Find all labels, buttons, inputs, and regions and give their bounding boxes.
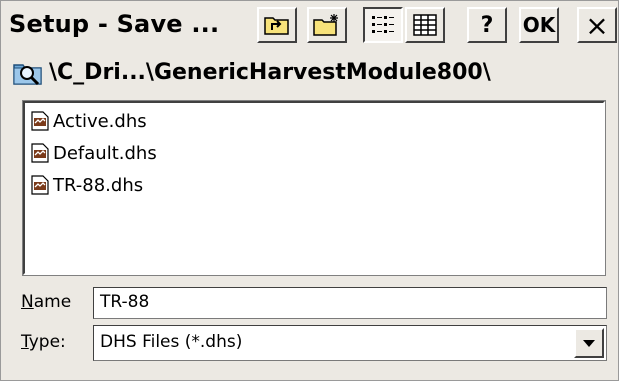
name-label-text: ame bbox=[33, 292, 72, 312]
file-name: Active.dhs bbox=[53, 110, 147, 132]
close-button[interactable]: × bbox=[577, 7, 617, 43]
up-folder-button[interactable] bbox=[257, 7, 297, 43]
ok-label: OK bbox=[522, 13, 556, 37]
help-button[interactable]: ? bbox=[467, 7, 507, 43]
list-view-icon bbox=[372, 16, 394, 33]
save-dialog: Setup - Save ... ? OK × \C_Dri...\Generi… bbox=[0, 0, 619, 381]
ok-button[interactable]: OK bbox=[519, 7, 559, 43]
name-label-accelerator: N bbox=[21, 292, 34, 312]
folder-up-icon bbox=[264, 17, 289, 35]
list-item[interactable]: Default.dhs bbox=[31, 137, 157, 169]
list-item[interactable]: TR-88.dhs bbox=[31, 169, 143, 201]
close-icon: × bbox=[585, 8, 609, 42]
title-bar: Setup - Save ... ? OK × bbox=[1, 1, 618, 49]
window-title: Setup - Save ... bbox=[9, 10, 220, 38]
help-label: ? bbox=[480, 12, 494, 38]
path-bar: \C_Dri...\GenericHarvestModule800\ bbox=[11, 57, 611, 91]
file-name: Default.dhs bbox=[53, 142, 157, 164]
new-folder-icon bbox=[313, 14, 338, 36]
type-label-accelerator: T bbox=[21, 332, 29, 352]
details-view-icon bbox=[413, 14, 437, 36]
current-path: \C_Dri...\GenericHarvestModule800\ bbox=[49, 60, 491, 85]
list-item[interactable]: Active.dhs bbox=[31, 105, 147, 137]
file-name: TR-88.dhs bbox=[53, 174, 144, 196]
list-view-button[interactable] bbox=[363, 7, 403, 43]
file-list[interactable]: Active.dhs Default.dhs TR-88.dhs bbox=[22, 100, 606, 276]
folder-search-icon bbox=[13, 64, 42, 86]
dhs-file-icon bbox=[31, 111, 49, 131]
type-value: DHS Files (*.dhs) bbox=[100, 332, 243, 352]
type-select[interactable]: DHS Files (*.dhs) bbox=[93, 325, 607, 361]
type-label-text: ype: bbox=[28, 332, 66, 352]
name-input[interactable]: TR-88 bbox=[93, 287, 607, 319]
chevron-down-icon bbox=[583, 340, 595, 347]
dhs-file-icon bbox=[31, 143, 49, 163]
details-view-button[interactable] bbox=[405, 7, 445, 43]
type-dropdown-button[interactable] bbox=[574, 328, 604, 358]
dhs-file-icon bbox=[31, 175, 49, 195]
new-folder-button[interactable] bbox=[307, 7, 347, 43]
name-label: Name bbox=[21, 292, 71, 312]
type-label: Type: bbox=[21, 332, 66, 352]
